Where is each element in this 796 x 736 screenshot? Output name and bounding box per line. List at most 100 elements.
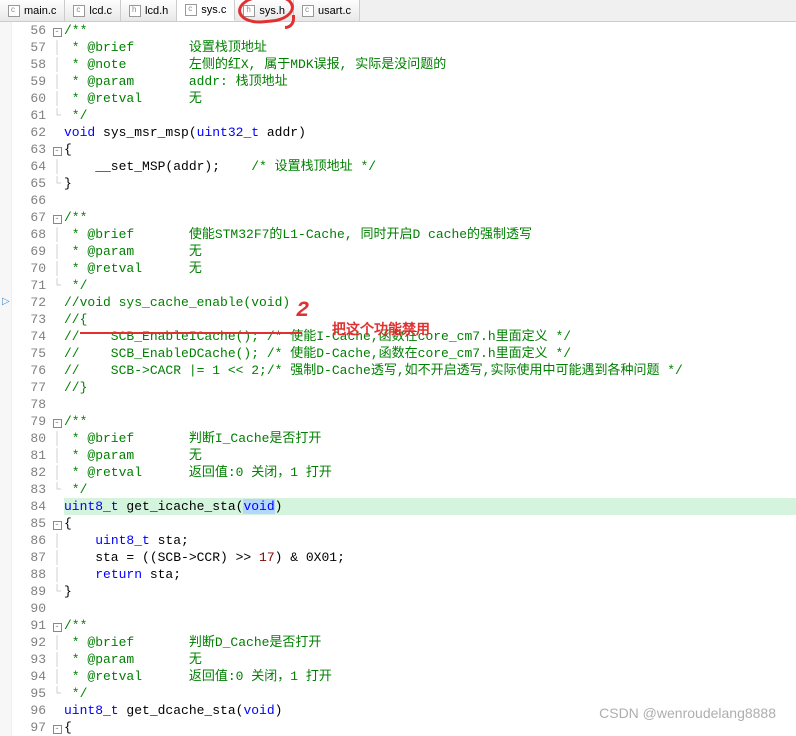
code-area[interactable]: /** * @brief 设置栈顶地址 * @note 左侧的红X, 属于MDK… (64, 22, 796, 736)
fold-marker[interactable]: │ (50, 464, 64, 481)
fold-marker[interactable]: │ (50, 56, 64, 73)
code-line[interactable]: __set_MSP(addr); /* 设置栈顶地址 */ (64, 158, 796, 175)
code-line[interactable]: sta = ((SCB->CCR) >> 17) & 0X01; (64, 549, 796, 566)
code-line[interactable]: //} (64, 379, 796, 396)
code-line[interactable]: uint8_t get_icache_sta(void) (64, 498, 796, 515)
line-number: 74 (12, 328, 46, 345)
token: /* 设置栈顶地址 */ (251, 159, 376, 174)
fold-marker[interactable]: - (50, 515, 64, 532)
code-line[interactable]: */ (64, 107, 796, 124)
fold-marker[interactable]: └ (50, 583, 64, 600)
fold-column[interactable]: -││││└-│└-│││└-│││└-│││└-│││└- (50, 22, 64, 736)
tab-lcd-c[interactable]: lcd.c (65, 0, 121, 21)
code-line[interactable]: /** (64, 209, 796, 226)
fold-marker[interactable]: - (50, 719, 64, 736)
line-number: 67 (12, 209, 46, 226)
fold-marker[interactable]: │ (50, 549, 64, 566)
breakpoint-marker[interactable]: ▷ (2, 294, 10, 311)
code-line[interactable]: * @brief 设置栈顶地址 (64, 39, 796, 56)
fold-marker[interactable]: │ (50, 430, 64, 447)
code-line[interactable]: /** (64, 22, 796, 39)
code-line[interactable]: */ (64, 481, 796, 498)
code-line[interactable] (64, 396, 796, 413)
code-line[interactable]: */ (64, 277, 796, 294)
code-line[interactable]: * @brief 判断D_Cache是否打开 (64, 634, 796, 651)
fold-marker[interactable]: │ (50, 39, 64, 56)
code-line[interactable]: * @retval 返回值:0 关闭，1 打开 (64, 464, 796, 481)
code-line[interactable]: } (64, 583, 796, 600)
fold-marker[interactable] (50, 600, 64, 617)
code-line[interactable]: return sta; (64, 566, 796, 583)
code-line[interactable]: // SCB->CACR |= 1 << 2;/* 强制D-Cache透写,如不… (64, 362, 796, 379)
fold-marker[interactable]: - (50, 141, 64, 158)
fold-marker[interactable]: └ (50, 685, 64, 702)
fold-marker[interactable]: │ (50, 447, 64, 464)
fold-marker[interactable]: │ (50, 668, 64, 685)
fold-marker[interactable]: │ (50, 651, 64, 668)
fold-marker[interactable] (50, 498, 64, 515)
fold-marker[interactable]: └ (50, 175, 64, 192)
fold-marker[interactable] (50, 311, 64, 328)
fold-marker[interactable] (50, 294, 64, 311)
code-line[interactable]: * @note 左侧的红X, 属于MDK误报, 实际是没问题的 (64, 56, 796, 73)
fold-marker[interactable] (50, 396, 64, 413)
code-line[interactable]: * @retval 返回值:0 关闭，1 打开 (64, 668, 796, 685)
code-line[interactable]: { (64, 719, 796, 736)
fold-marker[interactable]: │ (50, 634, 64, 651)
fold-marker[interactable] (50, 379, 64, 396)
fold-marker[interactable]: │ (50, 226, 64, 243)
code-line[interactable]: // SCB_EnableDCache(); /* 使能D-Cache,函数在c… (64, 345, 796, 362)
code-line[interactable]: * @brief 使能STM32F7的L1-Cache, 同时开启D cache… (64, 226, 796, 243)
fold-marker[interactable]: - (50, 617, 64, 634)
code-line[interactable]: // SCB_EnableICache(); /* 使能I-Cache,函数在c… (64, 328, 796, 345)
fold-marker[interactable]: │ (50, 243, 64, 260)
fold-marker[interactable]: - (50, 413, 64, 430)
code-line[interactable] (64, 192, 796, 209)
fold-marker[interactable]: └ (50, 107, 64, 124)
fold-marker[interactable] (50, 124, 64, 141)
fold-marker[interactable] (50, 328, 64, 345)
fold-marker[interactable]: │ (50, 532, 64, 549)
code-line[interactable]: { (64, 141, 796, 158)
fold-marker[interactable]: │ (50, 566, 64, 583)
code-line[interactable]: } (64, 175, 796, 192)
code-line[interactable]: /** (64, 413, 796, 430)
token: return (95, 567, 142, 582)
fold-marker[interactable]: │ (50, 260, 64, 277)
fold-marker[interactable]: └ (50, 481, 64, 498)
tab-usart-c[interactable]: usart.c (294, 0, 360, 21)
code-line[interactable]: */ (64, 685, 796, 702)
fold-marker[interactable]: - (50, 209, 64, 226)
fold-marker[interactable]: │ (50, 158, 64, 175)
fold-marker[interactable] (50, 192, 64, 209)
tab-main-c[interactable]: main.c (0, 0, 65, 21)
code-line[interactable]: * @param 无 (64, 651, 796, 668)
code-line[interactable]: * @brief 判断I_Cache是否打开 (64, 430, 796, 447)
code-line[interactable]: { (64, 515, 796, 532)
code-line[interactable]: * @param addr: 栈顶地址 (64, 73, 796, 90)
line-number: 60 (12, 90, 46, 107)
code-line[interactable] (64, 600, 796, 617)
code-line[interactable]: * @retval 无 (64, 260, 796, 277)
code-line[interactable]: //{ (64, 311, 796, 328)
tab-lcd-h[interactable]: lcd.h (121, 0, 177, 21)
fold-marker[interactable]: │ (50, 73, 64, 90)
tab-sys-h[interactable]: sys.h (235, 0, 294, 21)
code-line[interactable]: uint8_t sta; (64, 532, 796, 549)
fold-marker[interactable]: │ (50, 90, 64, 107)
token: * @param 无 (64, 652, 202, 667)
fold-marker[interactable] (50, 345, 64, 362)
code-line[interactable]: * @retval 无 (64, 90, 796, 107)
code-line[interactable]: * @param 无 (64, 447, 796, 464)
code-line[interactable]: * @param 无 (64, 243, 796, 260)
fold-marker[interactable]: └ (50, 277, 64, 294)
code-editor[interactable]: ▷ 56575859606162636465666768697071727374… (0, 22, 796, 736)
tab-sys-c[interactable]: sys.c (177, 0, 235, 21)
code-line[interactable]: /** (64, 617, 796, 634)
fold-marker[interactable] (50, 362, 64, 379)
fold-marker[interactable]: - (50, 22, 64, 39)
token: // SCB_EnableDCache(); /* 使能D-Cache,函数在c… (64, 346, 571, 361)
fold-marker[interactable] (50, 702, 64, 719)
code-line[interactable]: void sys_msr_msp(uint32_t addr) (64, 124, 796, 141)
code-line[interactable]: //void sys_cache_enable(void) (64, 294, 796, 311)
